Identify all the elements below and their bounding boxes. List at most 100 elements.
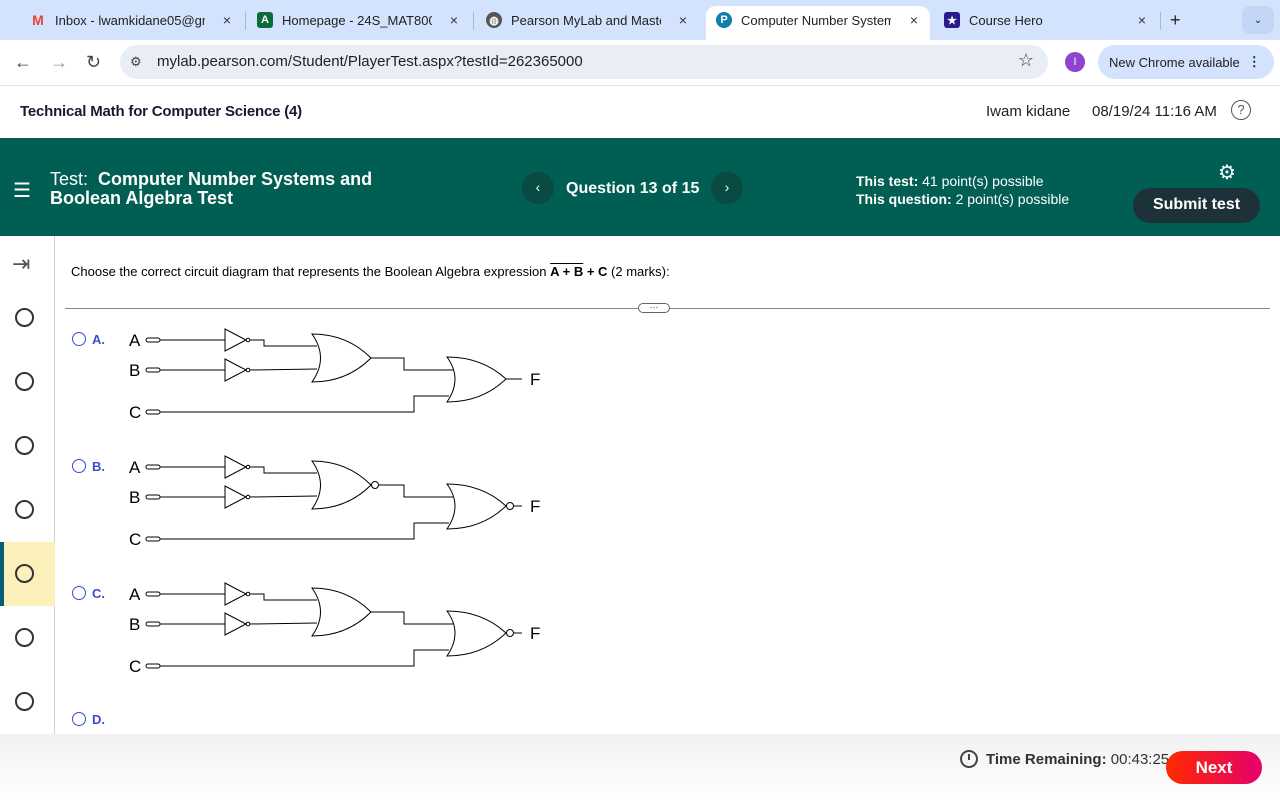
- not-gate-a: [224, 582, 248, 606]
- url-field[interactable]: ⚙ mylab.pearson.com/Student/PlayerTest.a…: [120, 45, 1048, 79]
- algonquin-icon: A: [257, 12, 273, 28]
- first-gate-bubble: [371, 481, 379, 489]
- output-label-f: F: [530, 497, 540, 516]
- gmail-icon: M: [32, 12, 44, 28]
- first-or-gate: [311, 587, 372, 637]
- question-status-item[interactable]: [0, 670, 55, 734]
- test-header: ☰ Test: Computer Number Systems and Bool…: [0, 138, 1280, 236]
- reload-icon[interactable]: ↻: [86, 52, 101, 73]
- option-label: A.: [92, 332, 105, 347]
- tab-title: Pearson MyLab and Masteri: [511, 12, 661, 28]
- output-gate-bubble: [506, 502, 514, 510]
- previous-question-button[interactable]: ‹: [522, 172, 554, 204]
- course-title: Technical Math for Computer Science (4): [20, 103, 302, 120]
- not-gate-a: [224, 328, 248, 352]
- tab-title: Inbox - lwamkidane05@gma: [55, 12, 205, 28]
- close-tab-icon[interactable]: ×: [219, 12, 235, 28]
- site-settings-icon[interactable]: ⚙: [130, 54, 142, 70]
- tab-title: Course Hero: [969, 12, 1043, 28]
- not-gate-a: [224, 455, 248, 479]
- close-tab-icon[interactable]: ×: [446, 12, 462, 28]
- footer-bar: Time Remaining: 00:43:25 Next: [0, 734, 1280, 800]
- input-label-b: B: [129, 361, 140, 380]
- first-or-gate: [311, 460, 372, 510]
- globe-icon: ◍: [486, 12, 502, 28]
- close-tab-icon[interactable]: ×: [1134, 12, 1150, 28]
- circuit-diagram: A B C F: [129, 455, 540, 549]
- input-label-a: A: [129, 458, 141, 477]
- resize-handle[interactable]: ···: [638, 303, 670, 313]
- next-question-button[interactable]: ›: [711, 172, 743, 204]
- output-label-f: F: [530, 370, 540, 389]
- question-status-item-current[interactable]: [0, 542, 55, 606]
- first-or-gate: [311, 333, 372, 383]
- circuit-diagram: A B C F: [129, 328, 540, 422]
- circuit-diagram: A B C F: [129, 582, 540, 676]
- question-content: Choose the correct circuit diagram that …: [56, 236, 1280, 734]
- output-or-gate: [446, 356, 507, 403]
- date-time: 08/19/24 11:16 AM: [1092, 103, 1217, 120]
- address-bar-row: ← → ↻ ⚙ mylab.pearson.com/Student/Player…: [0, 40, 1280, 86]
- next-button[interactable]: Next: [1166, 751, 1262, 784]
- update-label: New Chrome available: [1109, 54, 1240, 70]
- settings-gear-icon[interactable]: ⚙: [1218, 160, 1236, 185]
- input-label-a: A: [129, 585, 141, 604]
- submit-test-button[interactable]: Submit test: [1133, 188, 1260, 223]
- close-tab-icon[interactable]: ×: [906, 12, 922, 28]
- browser-tab-bar: M Inbox - lwamkidane05@gma × A Homepage …: [0, 0, 1280, 40]
- tab-homepage[interactable]: A Homepage - 24S_MAT8001 ×: [257, 6, 462, 34]
- test-title: Test: Computer Number Systems and Boolea…: [50, 169, 373, 208]
- forward-icon[interactable]: →: [50, 52, 68, 73]
- output-or-gate: [446, 483, 507, 530]
- new-tab-button[interactable]: +: [1170, 6, 1181, 34]
- back-icon[interactable]: ←: [14, 52, 32, 73]
- question-sidebar: ⇥: [0, 236, 55, 734]
- question-status-item[interactable]: [0, 286, 55, 350]
- tab-course-hero[interactable]: ★ Course Hero ×: [944, 6, 1150, 34]
- option-label: D.: [92, 712, 105, 727]
- radio-button[interactable]: [72, 712, 86, 726]
- question-prompt: Choose the correct circuit diagram that …: [71, 264, 670, 279]
- pearson-icon: P: [716, 12, 732, 28]
- user-name: Iwam kidane: [986, 103, 1071, 120]
- input-label-b: B: [129, 615, 140, 634]
- radio-button[interactable]: [72, 459, 86, 473]
- input-label-c: C: [129, 403, 141, 422]
- output-or-gate: [446, 610, 507, 657]
- tab-gmail[interactable]: M Inbox - lwamkidane05@gma ×: [30, 6, 235, 34]
- expand-sidebar-icon[interactable]: ⇥: [12, 251, 30, 277]
- question-status-item[interactable]: [0, 606, 55, 670]
- tab-search-dropdown[interactable]: ⌄: [1242, 6, 1274, 34]
- question-counter: Question 13 of 15: [566, 180, 700, 197]
- time-remaining: Time Remaining: 00:43:25: [986, 751, 1170, 768]
- radio-button[interactable]: [72, 586, 86, 600]
- input-label-a: A: [129, 331, 141, 350]
- menu-icon[interactable]: ☰: [13, 178, 31, 203]
- tab-computer-number-systems[interactable]: P Computer Number Systems ×: [706, 6, 930, 40]
- input-label-b: B: [129, 488, 140, 507]
- output-label-f: F: [530, 624, 540, 643]
- input-label-c: C: [129, 657, 141, 676]
- url-text[interactable]: mylab.pearson.com/Student/PlayerTest.asp…: [157, 53, 583, 70]
- profile-avatar[interactable]: I: [1065, 52, 1085, 72]
- points-info: This test: 41 point(s) possible This que…: [856, 173, 1070, 207]
- input-label-c: C: [129, 530, 141, 549]
- close-tab-icon[interactable]: ×: [675, 12, 691, 28]
- option-label: C.: [92, 586, 105, 601]
- question-status-item[interactable]: [0, 350, 55, 414]
- clock-icon: [960, 750, 978, 768]
- course-header: Technical Math for Computer Science (4) …: [0, 87, 1280, 138]
- not-gate-b: [224, 358, 248, 382]
- help-icon[interactable]: ?: [1231, 100, 1251, 120]
- tab-title: Homepage - 24S_MAT8001: [282, 12, 432, 28]
- coursehero-icon: ★: [944, 12, 960, 28]
- radio-button[interactable]: [72, 332, 86, 346]
- question-status-item[interactable]: [0, 414, 55, 478]
- output-gate-bubble: [506, 629, 514, 637]
- bookmark-star-icon[interactable]: ☆: [1018, 50, 1034, 71]
- not-gate-b: [224, 485, 248, 509]
- tab-pearson-mylab[interactable]: ◍ Pearson MyLab and Masteri ×: [486, 6, 691, 34]
- more-menu-icon: ⋮: [1247, 54, 1261, 69]
- update-chrome-button[interactable]: New Chrome available ⋮: [1098, 45, 1274, 79]
- question-status-item[interactable]: [0, 478, 55, 542]
